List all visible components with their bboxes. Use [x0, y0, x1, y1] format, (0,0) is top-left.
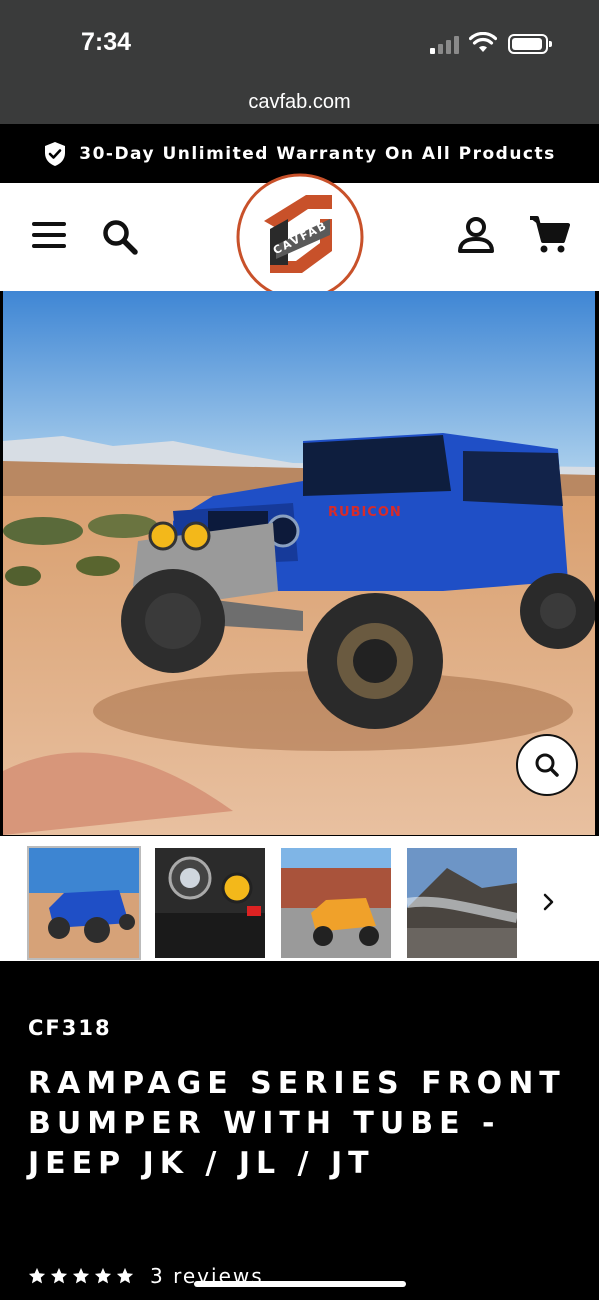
star-icon [116, 1267, 134, 1284]
home-indicator [194, 1281, 406, 1287]
thumbnail-image [155, 848, 265, 958]
thumbnail-strip [0, 836, 599, 967]
product-photo: RUBICON [3, 291, 595, 835]
product-sku: CF318 [28, 1016, 112, 1040]
thumbnail-2[interactable] [155, 848, 265, 958]
shield-check-icon [45, 141, 66, 166]
star-icon [28, 1267, 46, 1284]
star-icon [50, 1267, 68, 1284]
zoom-button[interactable] [516, 734, 578, 796]
zoom-icon [535, 753, 559, 777]
thumbnail-3[interactable] [281, 848, 391, 958]
account-icon[interactable] [456, 215, 496, 255]
thumbnail-image [281, 848, 391, 958]
next-thumbnails-button[interactable] [522, 836, 576, 967]
cart-icon[interactable] [528, 213, 570, 255]
cavfab-logo[interactable]: CAVFAB [236, 173, 364, 301]
site-header: CAVFAB [0, 173, 599, 301]
announcement-text: 30-Day Unlimited Warranty On All Product… [79, 143, 556, 164]
thumbnail-1[interactable] [27, 846, 141, 960]
product-title: RAMPAGE SERIES FRONT BUMPER WITH TUBE - … [28, 1066, 566, 1181]
search-icon[interactable] [100, 217, 140, 257]
status-time: 7:34 [81, 28, 132, 56]
cellular-signal-icon [430, 34, 460, 54]
thumbnail-4[interactable] [407, 848, 517, 958]
menu-button[interactable] [32, 220, 68, 250]
battery-icon [508, 34, 552, 54]
chevron-right-icon [543, 893, 554, 910]
star-icon [94, 1267, 112, 1284]
thumbnail-image [407, 848, 517, 958]
thumbnail-image [29, 848, 139, 958]
address-bar[interactable]: cavfab.com [0, 80, 599, 124]
product-info: CF318 RAMPAGE SERIES FRONT BUMPER WITH T… [0, 961, 599, 1300]
product-main-image[interactable]: RUBICON [3, 291, 595, 835]
status-bar: 7:34 [0, 0, 599, 80]
svg-text:RUBICON: RUBICON [328, 505, 402, 520]
wifi-icon [469, 32, 497, 52]
star-icon [72, 1267, 90, 1284]
